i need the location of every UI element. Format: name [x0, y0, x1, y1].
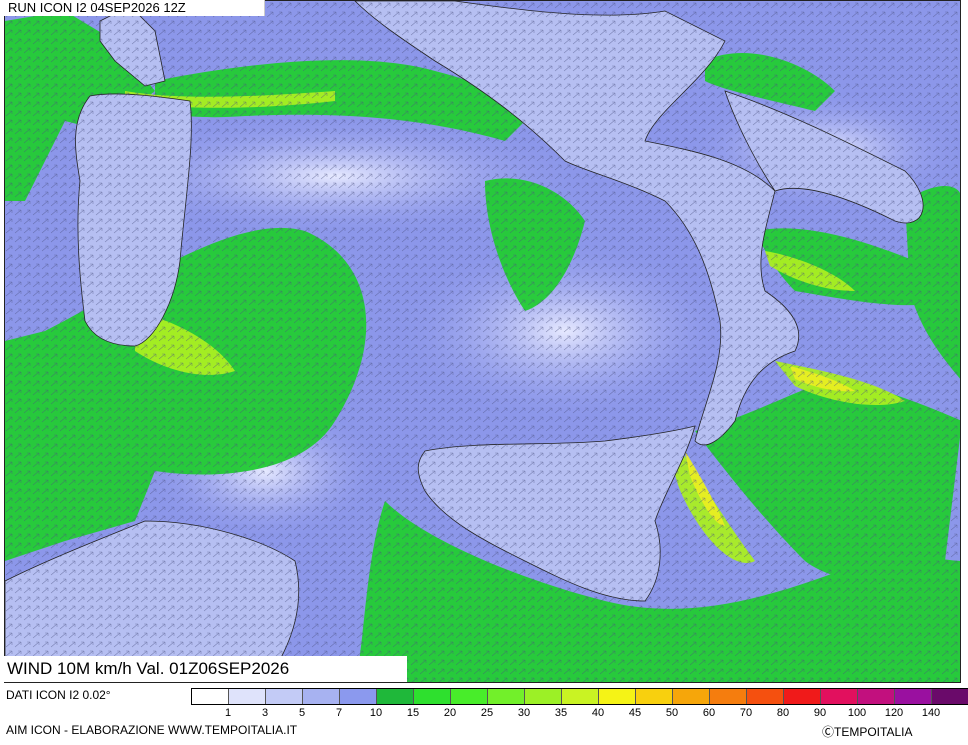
wind-arrows: [5, 1, 960, 682]
legend-swatch: [377, 689, 414, 704]
legend-tick-label: 140: [921, 707, 941, 719]
color-scale-ticks: 1 3 5 7 10 15 20 25 30 35 40 45 50 60 70 80 90 100 120 140: [191, 707, 966, 721]
legend-tick-label: 60: [702, 707, 716, 719]
copyright-text: ⒸTEMPOITALIA: [822, 725, 913, 739]
legend-swatch: [340, 689, 377, 704]
legend-tick-label: 40: [591, 707, 605, 719]
legend-swatch: [784, 689, 821, 704]
run-label: RUN ICON I2 04SEP2026 12Z: [4, 0, 265, 16]
wind-map-svg: [5, 1, 960, 682]
legend-tick-label: 1: [224, 707, 232, 719]
legend-tick-label: 90: [813, 707, 827, 719]
legend-swatch: [303, 689, 340, 704]
wind-map: [4, 0, 961, 683]
legend-tick-label: 10: [369, 707, 383, 719]
legend-swatch: [488, 689, 525, 704]
legend-swatch: [266, 689, 303, 704]
legend-tick-label: 3: [261, 707, 269, 719]
legend-swatch: [747, 689, 784, 704]
legend-tick-label: 50: [665, 707, 679, 719]
legend-swatch: [673, 689, 710, 704]
legend-tick-label: 80: [776, 707, 790, 719]
legend-swatch: [821, 689, 858, 704]
legend-tick-label: 35: [554, 707, 568, 719]
legend-tick-label: 20: [443, 707, 457, 719]
map-title: WIND 10M km/h Val. 01Z06SEP2026: [4, 656, 407, 682]
legend-swatch: [636, 689, 673, 704]
legend-tick-label: 15: [406, 707, 420, 719]
legend-tick-label: 5: [298, 707, 306, 719]
legend-tick-label: 7: [335, 707, 343, 719]
legend-swatch: [414, 689, 451, 704]
legend-swatch: [932, 689, 968, 704]
legend-swatch: [710, 689, 747, 704]
legend-tick-label: 100: [847, 707, 867, 719]
legend-swatch: [858, 689, 895, 704]
credit-text: AIM ICON - ELABORAZIONE WWW.TEMPOITALIA.…: [6, 723, 298, 737]
legend-swatch: [599, 689, 636, 704]
legend-tick-label: 70: [739, 707, 753, 719]
color-scale-legend: [191, 688, 968, 705]
legend-swatch: [192, 689, 229, 704]
legend-tick-label: 30: [517, 707, 531, 719]
legend-swatch: [562, 689, 599, 704]
legend-tick-label: 45: [628, 707, 642, 719]
legend-tick-label: 25: [480, 707, 494, 719]
legend-swatch: [525, 689, 562, 704]
legend-swatch: [451, 689, 488, 704]
legend-swatch: [895, 689, 932, 704]
legend-tick-label: 120: [884, 707, 904, 719]
data-source-label: DATI ICON I2 0.02°: [6, 688, 111, 702]
legend-swatch: [229, 689, 266, 704]
